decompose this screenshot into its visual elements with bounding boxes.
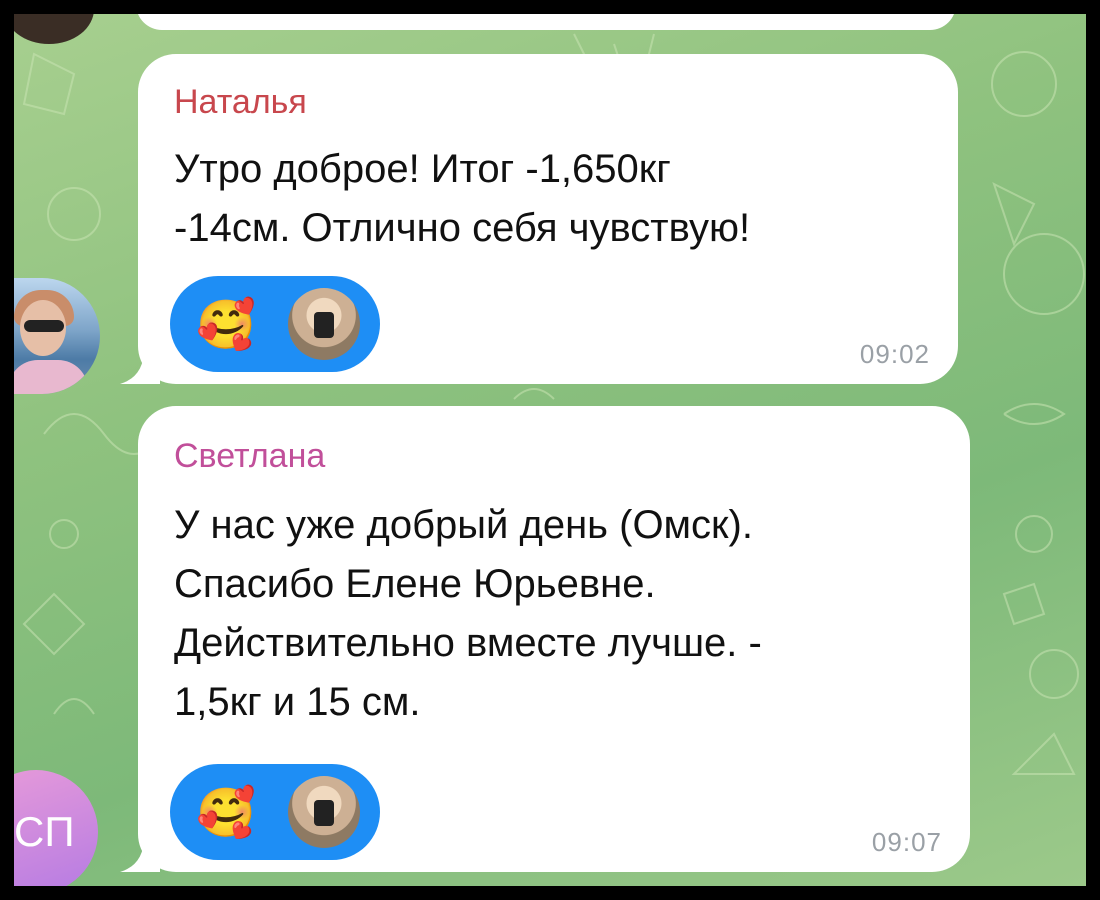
- reactor-avatar: [288, 288, 360, 360]
- message-text-line: -14см. Отлично себя чувствую!: [174, 206, 751, 250]
- message-bubble[interactable]: Светлана У нас уже добрый день (Омск). С…: [120, 406, 970, 872]
- message-text-line: Спасибо Елене Юрьевне.: [174, 562, 656, 606]
- bubble-tail-icon: [120, 832, 160, 872]
- reaction-chip[interactable]: 🥰: [170, 764, 380, 860]
- reaction-chip[interactable]: 🥰: [170, 276, 380, 372]
- message-time: 09:02: [859, 339, 930, 369]
- bubble-tail-icon: [120, 344, 160, 384]
- message-text-line: У нас уже добрый день (Омск).: [174, 503, 753, 547]
- smiling-face-with-hearts-icon: 🥰: [196, 299, 256, 352]
- name-redaction: [316, 89, 353, 120]
- avatar-shirt: [14, 360, 88, 394]
- message-text-line: 1,5кг и 15 см.: [174, 680, 421, 724]
- phone-shape: [314, 800, 334, 826]
- name-redaction: [334, 443, 425, 474]
- message-text-line: Действительно вместе лучше. -: [174, 621, 762, 665]
- previous-message-bubble[interactable]: [136, 14, 956, 30]
- sender-name[interactable]: Светлана: [174, 436, 425, 476]
- sender-name[interactable]: Наталья: [174, 82, 353, 122]
- message-time: 09:07: [871, 827, 942, 857]
- message-bubble[interactable]: Наталья Утро доброе! Итог -1,650кг -14см…: [120, 54, 958, 384]
- avatar-sunglasses: [24, 320, 64, 332]
- message-text-line: Утро доброе! Итог -1,650кг: [174, 147, 671, 191]
- smiling-face-with-hearts-icon: 🥰: [196, 787, 256, 840]
- reactor-avatar: [288, 776, 360, 848]
- chat-background: Наталья Утро доброе! Итог -1,650кг -14см…: [14, 14, 1086, 886]
- phone-shape: [314, 312, 334, 338]
